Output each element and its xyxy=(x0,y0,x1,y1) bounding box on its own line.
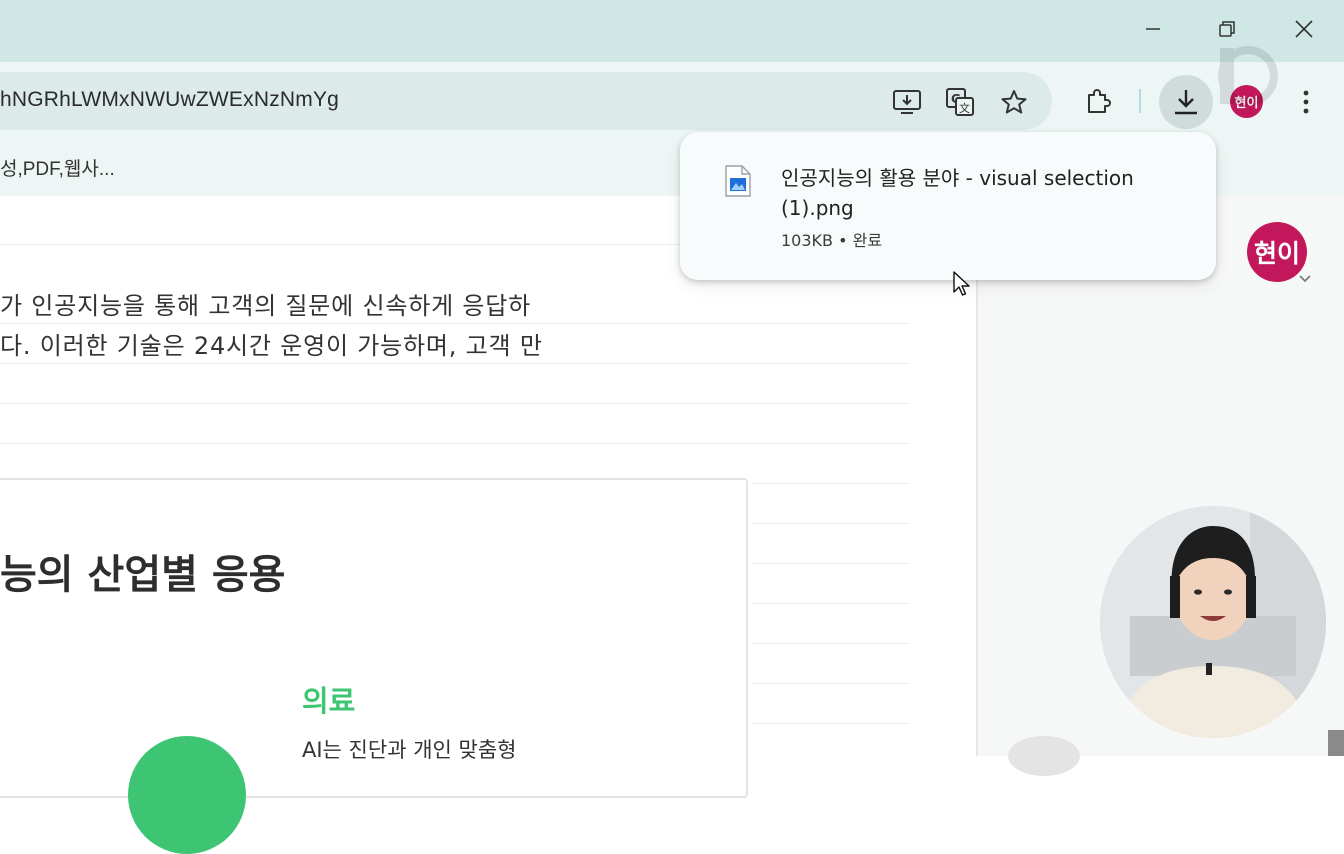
section-text: AI는 진단과 개인 맞춤형 xyxy=(302,738,517,762)
divider xyxy=(0,323,908,324)
divider xyxy=(0,403,908,404)
divider xyxy=(752,643,908,644)
translate-icon[interactable]: G文 xyxy=(940,82,980,122)
url-text[interactable]: hNGRhLWMxNWUwZWExNzNmYg xyxy=(0,88,339,112)
svg-text:文: 文 xyxy=(959,101,970,115)
divider xyxy=(752,483,908,484)
presenter-figure-icon xyxy=(1100,506,1326,738)
download-bubble: 인공지능의 활용 분야 - visual selection (1).png 1… xyxy=(680,132,1216,280)
download-icon[interactable] xyxy=(1166,82,1206,122)
bookmark-item[interactable]: 성,PDF,웹사... xyxy=(0,154,115,181)
body-paragraph-line: 다. 이러한 기술은 24시간 운영이 가능하며, 고객 만 xyxy=(0,332,543,360)
divider xyxy=(752,563,908,564)
star-icon[interactable] xyxy=(994,82,1034,122)
body-paragraph-line: 가 인공지능을 통해 고객의 질문에 신속하게 응답하 xyxy=(0,292,532,320)
download-file-name[interactable]: 인공지능의 활용 분야 - visual selection xyxy=(781,162,1134,191)
download-file-name-cont[interactable]: (1).png xyxy=(781,196,854,220)
divider xyxy=(752,523,908,524)
kebab-menu-icon[interactable] xyxy=(1286,82,1326,122)
divider xyxy=(0,443,908,444)
toolbar-divider xyxy=(1139,89,1141,113)
divider xyxy=(752,603,908,604)
close-icon[interactable] xyxy=(1284,10,1324,48)
section-label: 의료 xyxy=(302,684,356,718)
divider xyxy=(752,723,908,724)
card-title: 능의 산업별 응용 xyxy=(0,552,286,598)
puzzle-icon[interactable] xyxy=(1078,82,1118,122)
divider xyxy=(752,683,908,684)
image-file-icon[interactable] xyxy=(724,164,752,198)
minimize-icon[interactable] xyxy=(1133,10,1173,48)
chevron-down-icon[interactable] xyxy=(1298,272,1312,286)
mouse-cursor-icon xyxy=(952,270,972,298)
install-app-icon[interactable] xyxy=(887,82,927,122)
floating-button[interactable] xyxy=(1008,736,1080,776)
browser-toolbar: hNGRhLWMxNWUwZWExNzNmYg xyxy=(0,62,1344,138)
watermark-logo-icon xyxy=(1216,44,1280,108)
medical-circle-graphic xyxy=(128,736,246,854)
webcam-overlay xyxy=(1100,506,1326,738)
divider xyxy=(0,363,908,364)
scrollbar-thumb[interactable] xyxy=(1328,730,1344,756)
download-status: 103KB • 완료 xyxy=(781,231,883,250)
restore-icon[interactable] xyxy=(1207,10,1247,48)
window-titlebar xyxy=(0,0,1344,62)
